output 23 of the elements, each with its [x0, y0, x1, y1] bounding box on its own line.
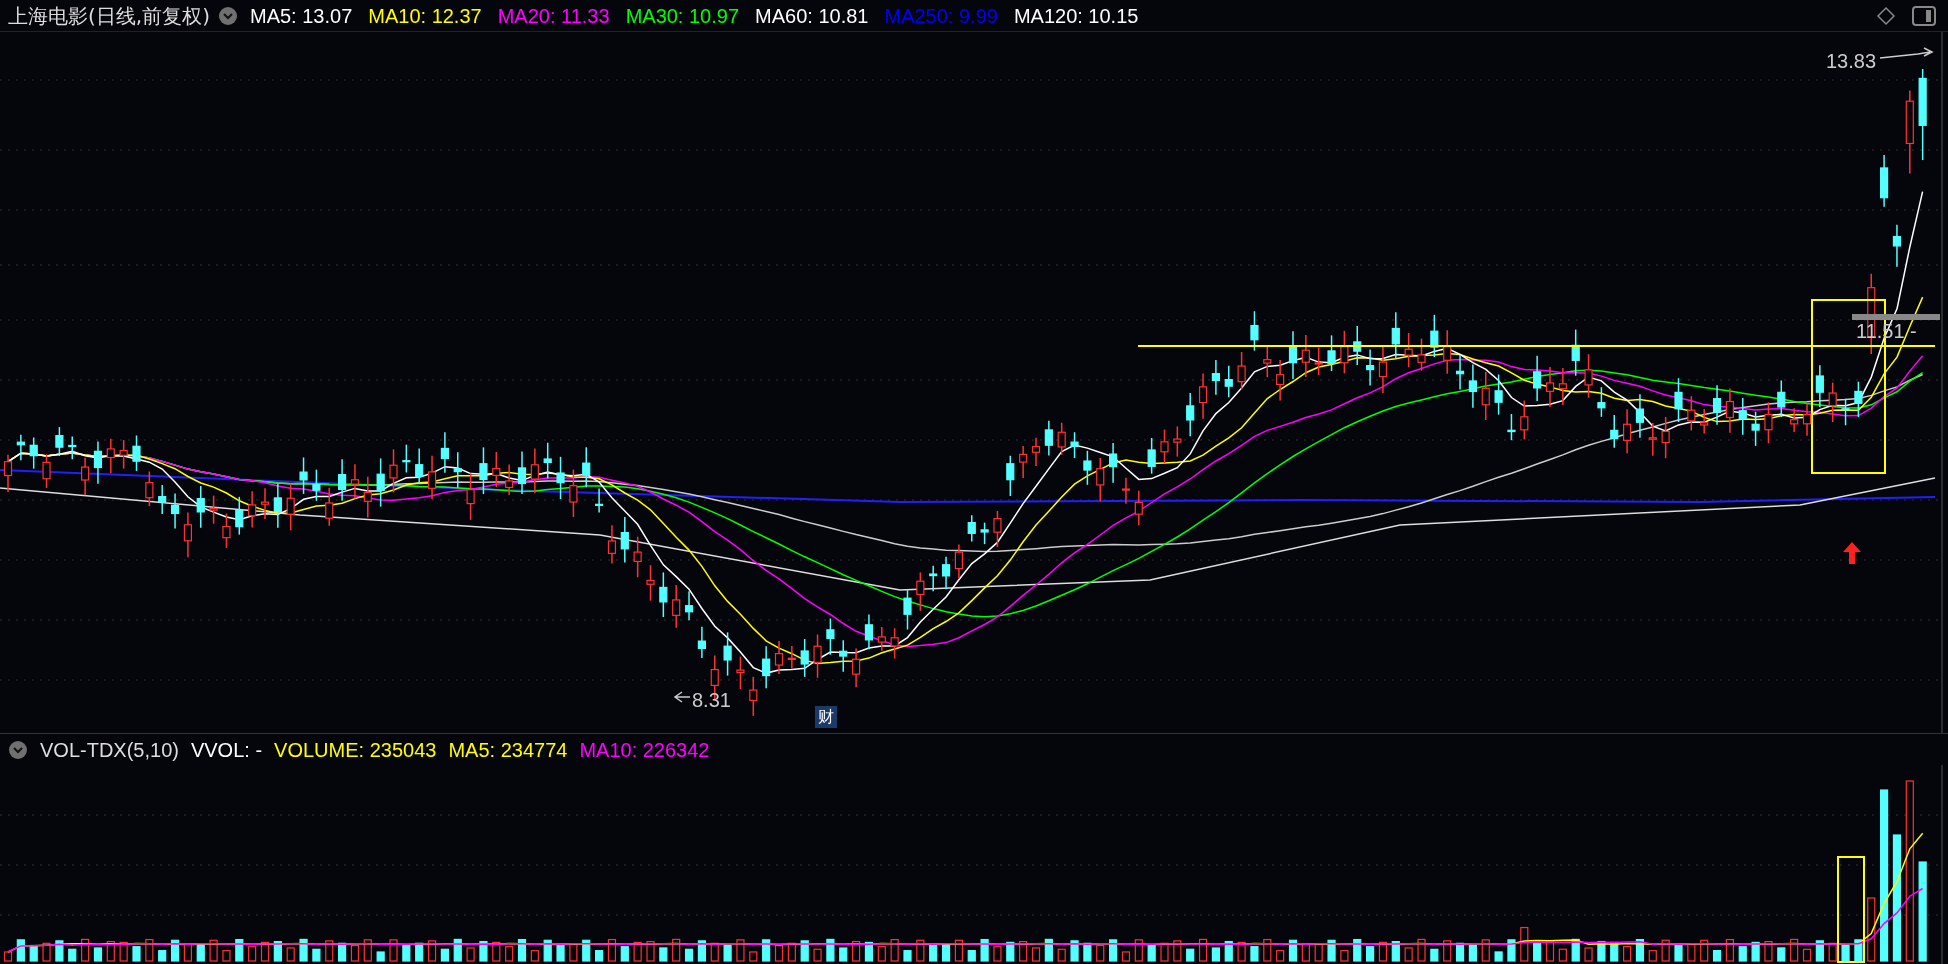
volume-indicator-value: MA5: 234774 — [448, 737, 568, 763]
high-price-label: 13.83 — [1826, 49, 1877, 74]
moving-average-value: MA120: 10.15 — [1013, 3, 1139, 29]
leader-line — [1879, 47, 1934, 59]
volume-indicator-value: MA10: 226342 — [579, 737, 710, 763]
volume-indicator-title: VOL-TDX(5,10) — [40, 737, 179, 763]
leader-line — [673, 691, 691, 703]
moving-average-value: MA60: 10.81 — [755, 3, 869, 29]
moving-average-value: MA5: 13.07 — [249, 3, 353, 29]
chart-title: 上海电影(日线,前复权) — [8, 2, 210, 30]
moving-average-value: MA10: 12.37 — [368, 3, 482, 29]
low-price-label: 8.31 — [692, 688, 731, 713]
moving-average-value: MA250: 9.99 — [884, 3, 998, 29]
dropdown-icon[interactable] — [8, 739, 28, 760]
volume-indicator-value: VOLUME: 235043 — [274, 737, 437, 763]
dropdown-icon[interactable] — [217, 5, 238, 26]
diamond-icon[interactable] — [1876, 5, 1896, 26]
moving-average-value: MA20: 11.33 — [497, 3, 610, 29]
event-badge[interactable]: 财 — [815, 706, 837, 728]
panel-toggle-icon[interactable] — [1912, 5, 1936, 26]
moving-average-value: MA30: 10.97 — [625, 3, 740, 29]
volume-indicator-value: VVOL: - — [190, 737, 263, 763]
up-arrow-icon — [1843, 542, 1861, 564]
